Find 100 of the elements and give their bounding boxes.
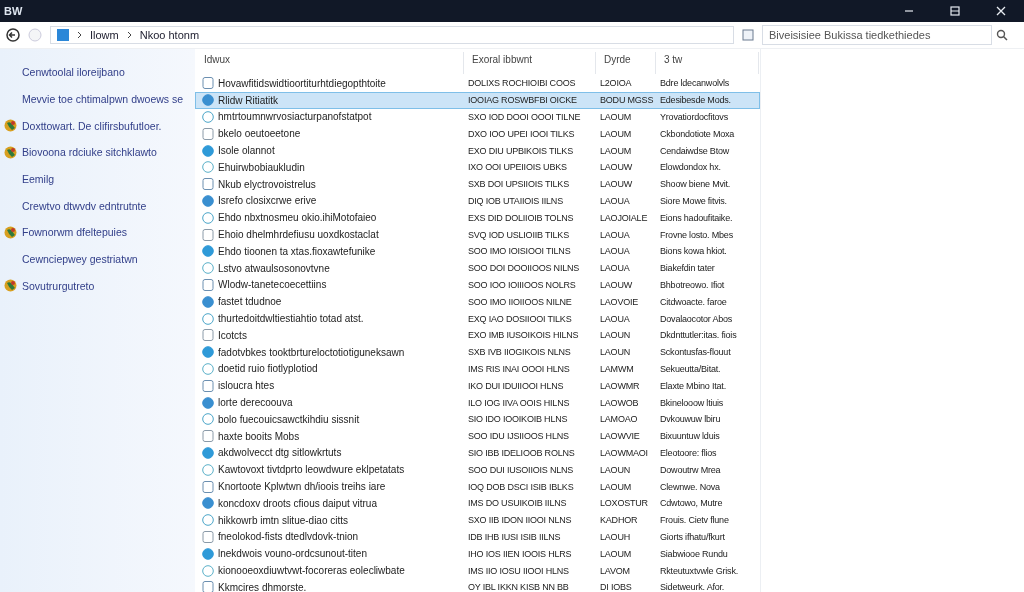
file-icon bbox=[202, 497, 214, 510]
file-row[interactable]: fneolokod-fists dtedlvdovk-tnion IDB IHB IUSI ISIB IILNS LAOUH Giorts ifhatu/fkurt bbox=[195, 528, 760, 546]
table-cell-text: LAOUA bbox=[599, 245, 631, 258]
sidebar-item[interactable]: Fownorwm dfeltepuies bbox=[22, 226, 128, 239]
table-cell-text: SXO IOD DOOI OOOI TILNE bbox=[467, 111, 582, 123]
table-cell-text: IMS DO USUIKOIB IILNS bbox=[467, 497, 568, 510]
table-cell-text: LAOJOIALE bbox=[599, 211, 649, 224]
column-header[interactable]: 3 tw bbox=[656, 52, 759, 74]
table-cell-text: Siore Mowe fitvis. bbox=[659, 194, 728, 207]
file-row[interactable]: Kkmcires dhmorste. OY IBL IKKN KISB NN BB DI IOBS Sidetweurk. Afor. bbox=[195, 578, 760, 592]
table-cell-text: SOO IMO IIOIIOOS NILNE bbox=[467, 295, 573, 308]
breadcrumb[interactable]: Ilowm bbox=[90, 29, 119, 41]
table-cell-text: SOO DUI IUSOIIOIS NLNS bbox=[467, 463, 575, 476]
address-bar[interactable]: Ilowm Nkoo htonm bbox=[50, 26, 734, 44]
file-row[interactable]: Ehuirwbobiaukludin IXO OOI UPEIIOIS UBKS LAOUW Elowdondox hx. bbox=[195, 159, 760, 176]
sidebar-item[interactable]: Cewnciepwey gestriatwn bbox=[22, 253, 138, 266]
file-name: Lstvo atwaulsosonovtvne bbox=[218, 262, 330, 274]
sidebar-item[interactable]: Cenwtoolal iloreijbano bbox=[22, 66, 125, 79]
table-cell-text: LAOWVIE bbox=[599, 430, 641, 443]
table-cell-text: SOO DOI DOOIIOOS NILNS bbox=[467, 262, 581, 275]
table-cell-text: LAOUH bbox=[599, 530, 631, 543]
file-row[interactable]: Ehdo tioonen ta xtas.fioxawtefunike SOO IMO IOISIOOI TILNS LAOUA Bions kowa hkiot. bbox=[195, 242, 760, 260]
file-row[interactable]: Isrefo closixcrwe erive DIQ IOB UTAIIOIS IILNS LAOUA Siore Mowe fitvis. bbox=[195, 192, 760, 210]
folder-icon bbox=[57, 29, 69, 41]
file-row[interactable]: Ehoio dhelmhrdefiusu uoxdkostaclat SVQ IOD USLIOIIB TILKS LAOUA Frovne losto. Mbes bbox=[195, 226, 760, 243]
table-cell-text: SXO IIB IDON IIOOI NLNS bbox=[467, 514, 573, 527]
sidebar-item[interactable]: Crewtvo dtwvdv edntrutnte bbox=[22, 199, 147, 212]
file-row[interactable]: lorte derecoouva ILO IOG IIVA OOIS HILNS LAOWOB Bkinelooow ltiuis bbox=[195, 394, 760, 411]
table-cell-text: BODU MGSS bbox=[599, 94, 655, 107]
file-row[interactable]: Kawtovoxt tivtdprto leowdwure eklpetatats SOO DUI IUSOIIOIS NLNS LAOUN Dowoutrw Mrea bbox=[195, 461, 760, 479]
table-cell-text: ILO IOG IIVA OOIS HILNS bbox=[467, 396, 571, 409]
file-icon bbox=[202, 262, 214, 275]
table-cell-text: Cdwtowo, Mutre bbox=[659, 497, 724, 510]
file-icon bbox=[202, 446, 214, 459]
file-row[interactable]: haxte booits Mobs SOO IDU IJSIIOOS HLNS LAOWVIE Bixuuntuw lduis bbox=[195, 427, 760, 445]
column-header[interactable]: Idwux bbox=[196, 52, 464, 74]
table-cell-text: Giorts ifhatu/fkurt bbox=[659, 530, 726, 543]
file-icon bbox=[202, 161, 214, 174]
file-icon bbox=[202, 463, 214, 476]
file-row[interactable]: Hovawfitidswidtioortiturhtdiegopthtoite DOLIXS ROCHIOIBI COOS L2OIOA Bdre ldecanwolvls bbox=[195, 75, 760, 92]
table-cell-text: DIQ IOB UTAIIOIS IILNS bbox=[467, 194, 564, 207]
column-header[interactable]: Dyrde bbox=[596, 52, 656, 74]
file-row[interactable]: lnekdwois vouno-ordcsunout-titen IHO IOS IIEN IOOIS HLRS LAOUM Siabwiooe Rundu bbox=[195, 545, 760, 563]
table-cell-text: LOXOSTUR bbox=[599, 497, 649, 510]
breadcrumb[interactable]: Nkoo htonm bbox=[139, 29, 200, 41]
table-cell-text: LAMWM bbox=[599, 362, 635, 375]
file-row[interactable]: Isole olannot EXO DIU UPBIKOIS TILKS LAOUM Cendaiwdse Btow bbox=[195, 142, 760, 159]
search-icon[interactable] bbox=[996, 29, 1008, 41]
file-row[interactable]: doetid ruio fiotlyplotiod IMS RIS INAI OOOI HLNS LAMWM Sekueutta/Bitat. bbox=[195, 360, 760, 378]
file-row[interactable]: Wlodw-tanetecoecettiins SOO IOO IOIIIOOS NOLRS LAOUW Bhbotreowo. Ifiot bbox=[195, 276, 760, 294]
table-cell-text: DOLIXS ROCHIOIBI COOS bbox=[467, 77, 577, 90]
file-name: hmtrtoumnwrvosiacturpanofstatpot bbox=[218, 111, 372, 123]
table-cell-text: IXO OOI UPEIIOIS UBKS bbox=[467, 161, 568, 174]
table-cell-text: LAOUN bbox=[599, 463, 631, 476]
table-cell-text: Edesibesde Mods. bbox=[659, 94, 732, 107]
file-row[interactable]: isloucra htes IKO DUI IDUIIOOI HLNS LAOWMR Elaxte Mbino Itat. bbox=[195, 377, 760, 395]
table-cell-text: Ckbondotiote Moxa bbox=[659, 127, 736, 140]
table-cell-text: Siabwiooe Rundu bbox=[659, 547, 729, 560]
back-icon[interactable] bbox=[6, 28, 20, 42]
table-cell-text: LAOUN bbox=[599, 346, 631, 359]
table-cell-text: Citdwoacte. faroe bbox=[659, 295, 728, 308]
file-icon bbox=[202, 530, 214, 543]
table-cell-text: LAVOM bbox=[599, 564, 631, 577]
file-name: Kawtovoxt tivtdprto leowdwure eklpetatats bbox=[218, 464, 405, 476]
file-icon bbox=[202, 295, 214, 308]
file-row[interactable]: fadotvbkes tooktbrtureloctotiotiguneksawn SXB IVB IIOGIKOIS NLNS LAOUN Sckontusfas-flouut bbox=[195, 343, 760, 361]
file-row[interactable]: hikkowrb imtn slitue-diao citts SXO IIB IDON IIOOI NLNS KADHOR Frouis. Cietv flune bbox=[195, 511, 760, 529]
table-cell-text: Eions hadoufitaike. bbox=[659, 211, 734, 224]
sidebar-item[interactable]: Eemilg bbox=[22, 173, 55, 186]
sidebar-item[interactable]: Mevvie toe chtimalpwn dwoews se bbox=[22, 93, 184, 106]
table-cell-text: SIO IBB IDELIOOB ROLNS bbox=[467, 446, 576, 459]
sidebar-item[interactable]: Doxttowart. De clifirsbufutloer. bbox=[22, 119, 162, 132]
column-header[interactable]: Exoral ibbwnt bbox=[464, 52, 596, 74]
file-row[interactable]: Knortoote Kplwtwn dh/ioois treihs iare IOQ DOB DSCI ISIB IBLKS LAOUM Clewnwe. Nova bbox=[195, 478, 760, 495]
file-row[interactable]: Icotcts EXO IMB IUSOIKOIS HILNS LAOUN Dkdnttutler:itas. fiois bbox=[195, 326, 760, 344]
file-name: bkelo oeutoeetone bbox=[218, 128, 301, 140]
file-icon bbox=[202, 312, 214, 325]
file-row[interactable]: Ehdo nbxtnosmeu okio.ihiMotofaieo EXS DID DOLIIOIB TOLNS LAOJOIALE Eions hadoufitaike. bbox=[195, 209, 760, 227]
file-row[interactable]: Nkub elyctrovoistrelus SXB DOI UPSIIOIS TILKS LAOUW Shoow biene Mvit. bbox=[195, 175, 760, 193]
table-cell-text: EXQ IAO DOSIIOOI TILKS bbox=[467, 312, 573, 325]
table-cell-text: Yrovatiordocfitovs bbox=[659, 111, 729, 123]
file-row[interactable]: Lstvo atwaulsosonovtvne SOO DOI DOOIIOOS NILNS LAOUA Biakefdin tater bbox=[195, 259, 760, 277]
search-field[interactable]: Biveisisiee Bukissa tiedkethiedes bbox=[762, 25, 992, 45]
file-row[interactable]: fastet tdudnoe SOO IMO IIOIIOOS NILNE LAOVOIE Citdwoacte. faroe bbox=[195, 293, 760, 311]
file-row[interactable]: Rlidw Ritiatitk IOOIAG ROSWBFBI OICKE BODU MGSS Edesibesde Mods. bbox=[195, 91, 760, 109]
table-cell-text: Elowdondox hx. bbox=[659, 161, 722, 174]
sidebar-item[interactable]: Biovoona rdciuke sitchklawto bbox=[22, 146, 157, 159]
file-row[interactable]: akdwolvecct dtg sitlowkrtuts SIO IBB IDELIOOB ROLNS LAOWMAOI Eleotoore: flios bbox=[195, 444, 760, 462]
table-cell-text: Bdre ldecanwolvls bbox=[659, 77, 731, 90]
file-row[interactable]: thurtedoitdwltiestiahtio totad atst. EXQ IAO DOSIIOOI TILKS LAOUA Dovalaocotor Abos bbox=[195, 310, 760, 327]
file-row[interactable]: bolo fuecouicsawctkihdiu sissnit SIO IDO IOOIKOIB HLNS LAMOAO Dvkouwuw lbiru bbox=[195, 410, 760, 428]
file-name: lnekdwois vouno-ordcsunout-titen bbox=[218, 548, 367, 560]
file-row[interactable]: hmtrtoumnwrvosiacturpanofstatpot SXO IOD DOOI OOOI TILNE LAOUM Yrovatiordocfitovs bbox=[195, 108, 760, 126]
file-row[interactable]: koncdoxv droots cfious daiput vitrua IMS DO USUIKOIB IILNS LOXOSTUR Cdwtowo, Mutre bbox=[195, 494, 760, 512]
chevron-icon bbox=[77, 31, 82, 39]
table-cell-text: SOO IOO IOIIIOOS NOLRS bbox=[467, 278, 577, 291]
table-cell-text: EXO DIU UPBIKOIS TILKS bbox=[467, 144, 574, 157]
file-row[interactable]: kionooeoxdiuwtvwt-focoreras eolecliwbate IMS IIO IOSU IIOOI HLNS LAVOM Rkteutuxtvwle Grisk. bbox=[195, 562, 760, 579]
file-row[interactable]: bkelo oeutoeetone DXO IOO UPEI IOOI TILKS LAOUM Ckbondotiote Moxa bbox=[195, 125, 760, 143]
sidebar-item[interactable]: Sovutrurgutreto bbox=[22, 279, 95, 292]
